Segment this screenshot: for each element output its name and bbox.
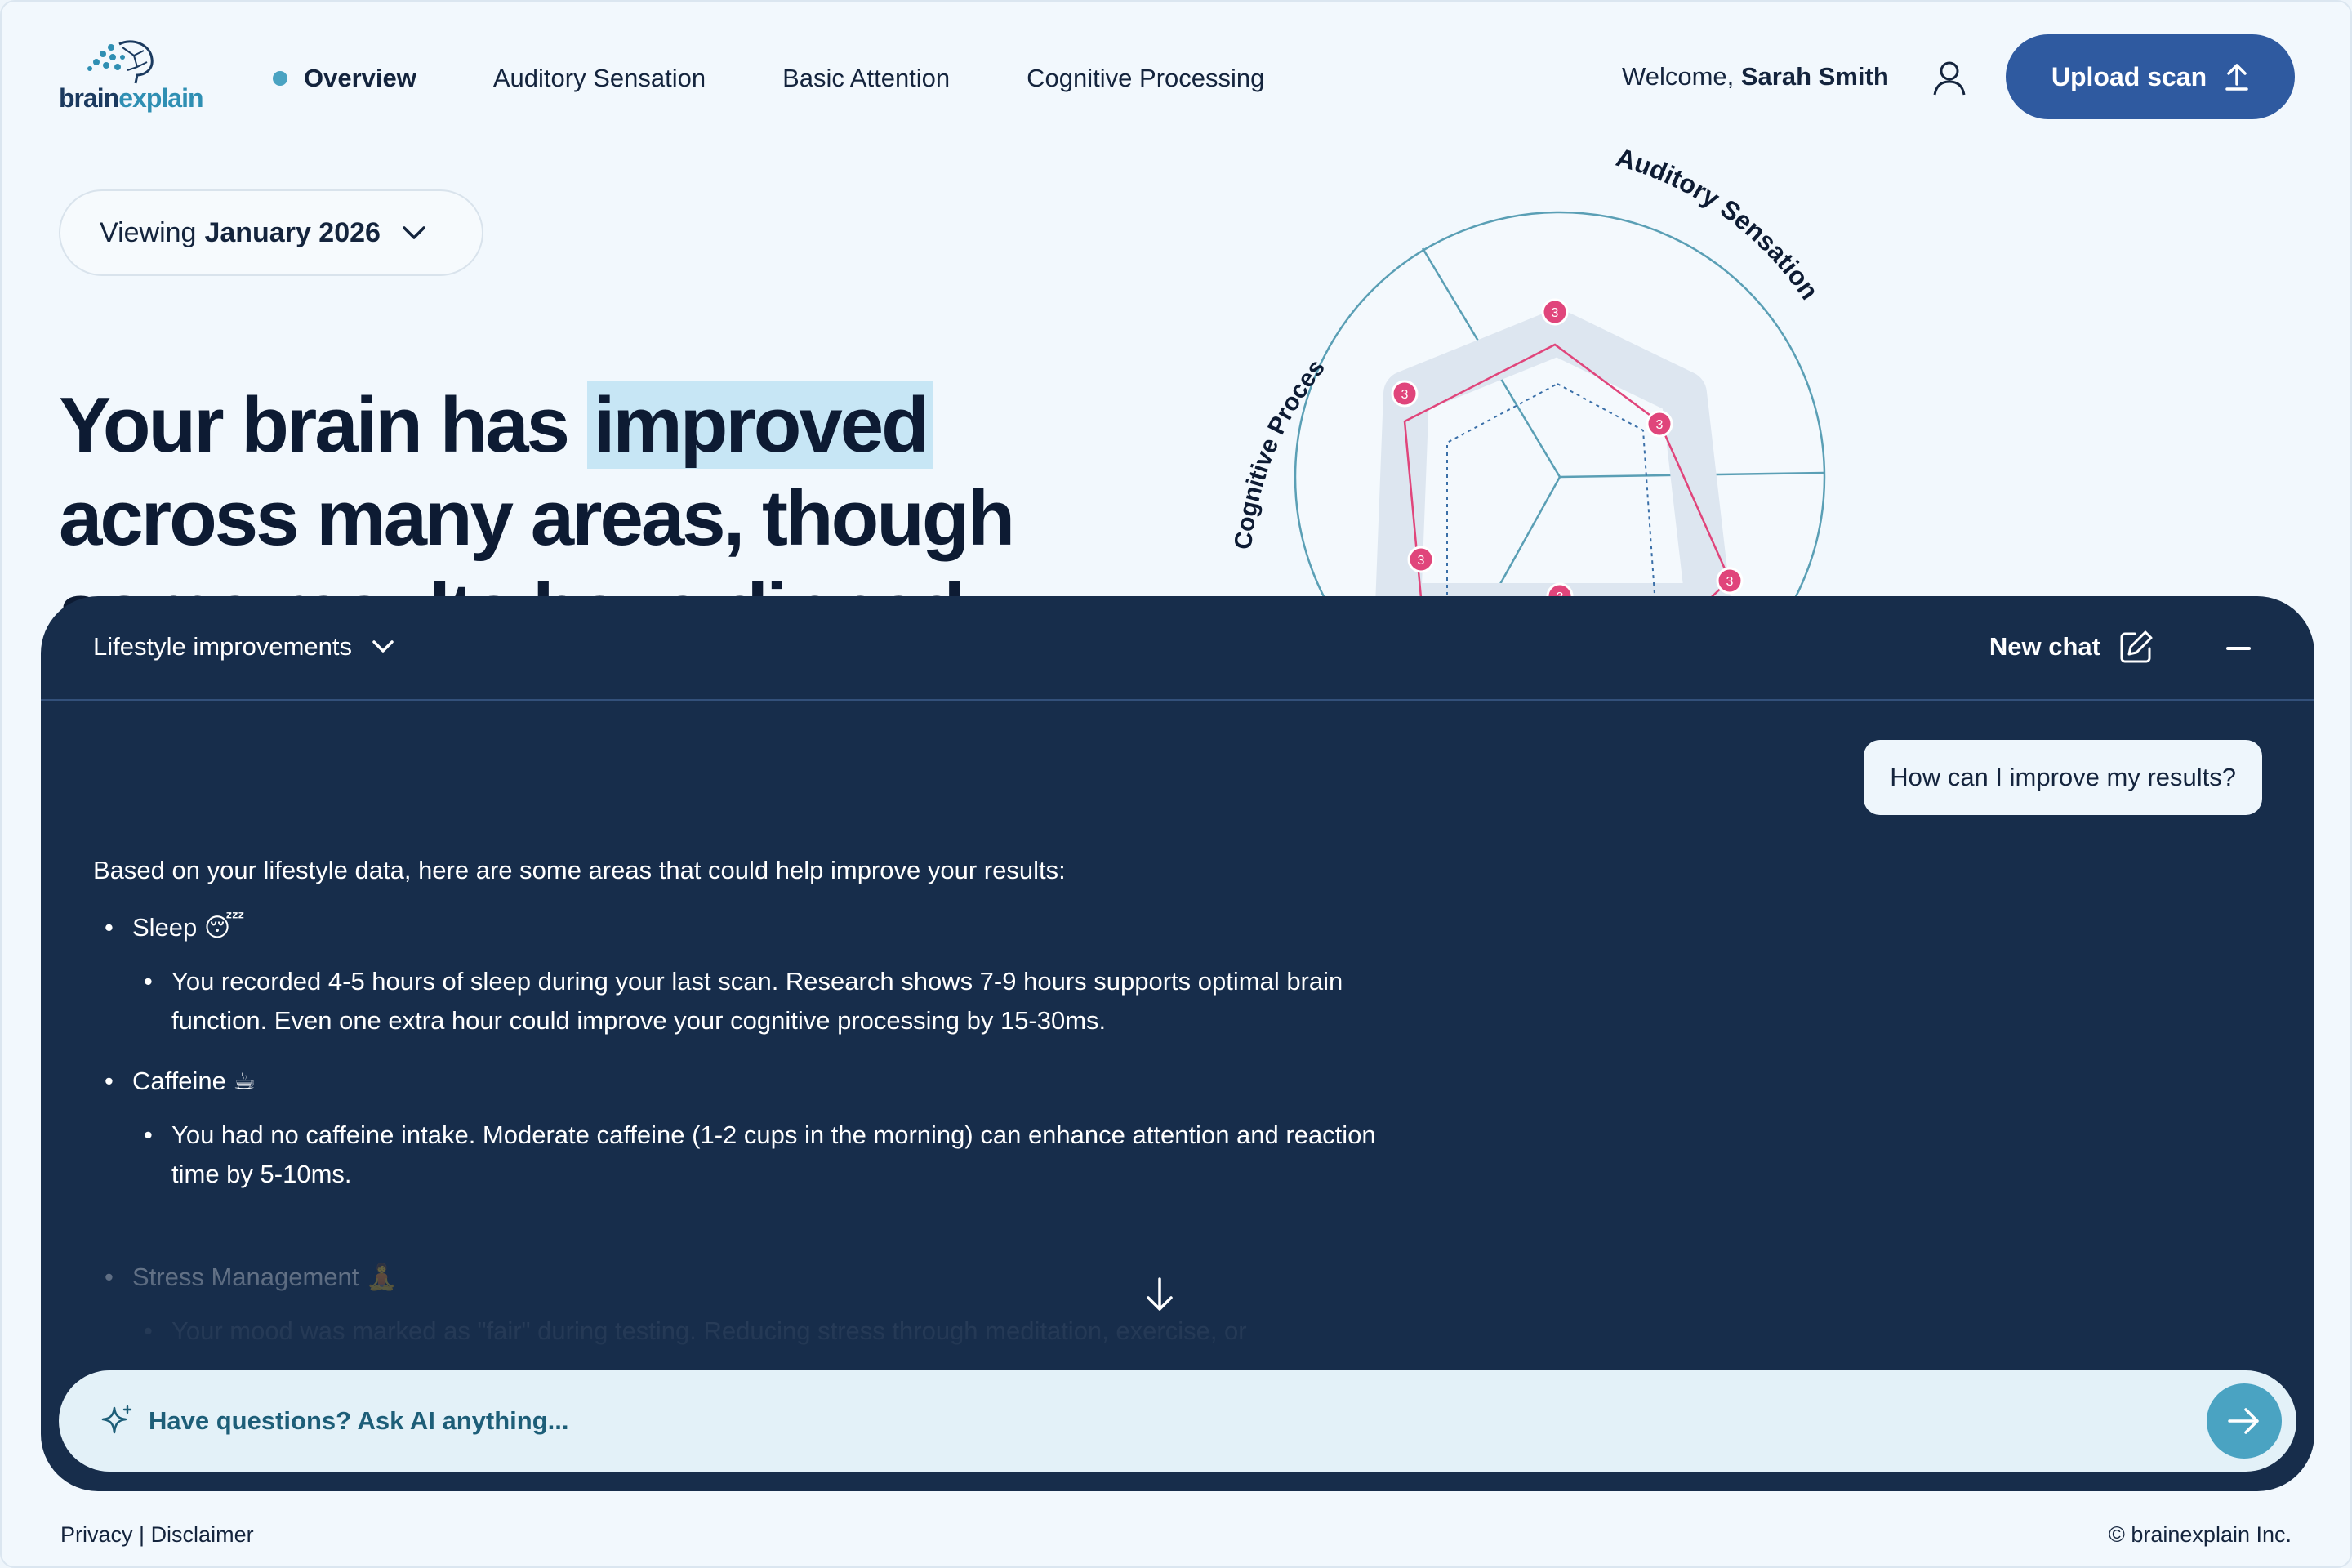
disclaimer-link[interactable]: Disclaimer <box>151 1522 254 1547</box>
viewing-month-value: January 2026 <box>204 216 381 248</box>
ai-response-intro: Based on your lifestyle data, here are s… <box>93 856 1066 884</box>
chat-header: Lifestyle improvements New chat <box>41 596 2314 701</box>
radar-marker: 3 <box>1541 298 1569 326</box>
brand-wordmark: brainexplain <box>59 83 204 113</box>
headline-highlight: improved <box>586 381 933 469</box>
minimize-chat-button[interactable] <box>2226 647 2251 650</box>
edit-pencil-icon <box>2120 630 2153 663</box>
ai-chat-panel: Lifestyle improvements New chat How can … <box>41 596 2314 1491</box>
radar-marker-label: 3 <box>1552 306 1559 320</box>
meditation-emoji-icon: 🧘 <box>366 1263 398 1291</box>
privacy-link[interactable]: Privacy <box>60 1522 133 1547</box>
list-item-detail: You had no caffeine intake. Moderate caf… <box>93 1116 1416 1194</box>
chevron-down-icon <box>372 640 394 653</box>
nav-item-overview[interactable]: Overview <box>273 64 416 93</box>
brain-network-icon <box>87 40 154 84</box>
list-item-sleep: Sleep 😴 <box>93 908 1416 947</box>
radar-marker-label: 3 <box>1418 554 1425 568</box>
app-frame: brainexplain Overview Auditory Sensation… <box>0 0 2352 1568</box>
coffee-emoji-icon: ☕ <box>233 1067 256 1095</box>
brand-logo[interactable]: brainexplain <box>59 38 222 119</box>
ask-ai-input[interactable] <box>149 1395 2149 1447</box>
main-nav: Overview Auditory Sensation Basic Attent… <box>273 60 1341 96</box>
scroll-down-icon[interactable] <box>1143 1276 1176 1313</box>
radar-marker-label: 3 <box>1656 418 1664 432</box>
sleep-emoji-icon: 😴 <box>203 913 245 942</box>
user-icon[interactable] <box>1931 59 1968 96</box>
send-message-button[interactable] <box>2207 1383 2282 1459</box>
copyright: © brainexplain Inc. <box>2108 1522 2292 1547</box>
radar-marker: 3 <box>1716 567 1744 595</box>
radar-marker: 3 <box>1646 410 1673 438</box>
arrow-right-icon <box>2228 1408 2259 1434</box>
user-message-bubble: How can I improve my results? <box>1864 740 2262 815</box>
radar-marker-label: 3 <box>1726 575 1734 589</box>
user-name: Sarah Smith <box>1740 62 1889 91</box>
radar-marker: 3 <box>1391 380 1419 408</box>
nav-item-basic-attention[interactable]: Basic Attention <box>782 64 950 93</box>
chevron-down-icon <box>403 226 425 239</box>
list-item-detail: You recorded 4-5 hours of sleep during y… <box>93 962 1416 1040</box>
welcome-text: Welcome, Sarah Smith <box>1622 62 1889 91</box>
list-item-caffeine: Caffeine ☕ <box>93 1062 1416 1101</box>
active-dot-icon <box>273 71 287 86</box>
brain-radar-chart: 3 3 3 3 3 3 Auditory Sensation Cognitive… <box>1210 149 1826 606</box>
sparkle-icon <box>101 1405 132 1434</box>
upload-arrow-icon <box>2225 64 2248 91</box>
radar-marker-label: 3 <box>1401 388 1409 402</box>
list-item-detail: Your mood was marked as "fair" during te… <box>93 1312 1416 1351</box>
footer-links: Privacy | Disclaimer <box>60 1522 254 1547</box>
chat-topic-select[interactable]: Lifestyle improvements <box>93 632 394 662</box>
viewing-month-select[interactable]: Viewing January 2026 <box>59 189 483 276</box>
list-item-stress: Stress Management 🧘 <box>93 1258 1416 1297</box>
ai-response: Based on your lifestyle data, here are s… <box>93 851 1416 1372</box>
new-chat-button[interactable]: New chat <box>1989 629 2154 665</box>
upload-scan-button[interactable]: Upload scan <box>2006 34 2295 119</box>
nav-item-auditory-sensation[interactable]: Auditory Sensation <box>493 64 706 93</box>
ask-ai-bar <box>59 1370 2296 1472</box>
nav-item-cognitive-processing[interactable]: Cognitive Processing <box>1027 64 1264 93</box>
radar-marker: 3 <box>1407 546 1435 573</box>
radar-outer-ring <box>1294 211 1826 606</box>
